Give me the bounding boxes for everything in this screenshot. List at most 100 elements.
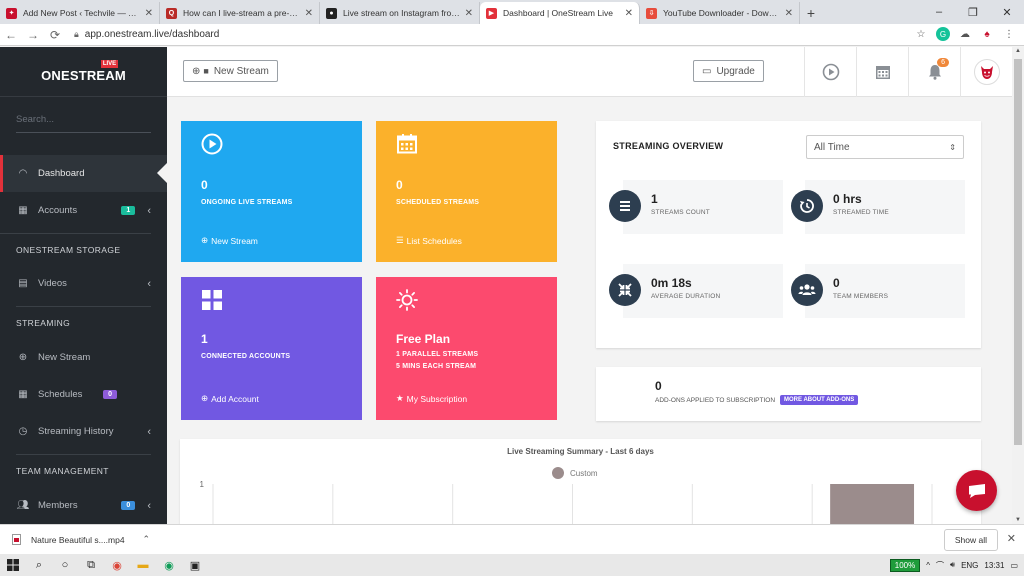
- grammarly-icon[interactable]: G: [936, 27, 950, 41]
- new-stream-link[interactable]: ⊕ New Stream: [201, 235, 258, 246]
- avatar[interactable]: [973, 59, 1000, 85]
- file-icon: [12, 534, 21, 545]
- time-filter-select[interactable]: All Time ⇕: [806, 135, 964, 159]
- close-tab-icon[interactable]: ✕: [465, 8, 473, 19]
- plus-circle-icon: ⊕: [201, 235, 209, 245]
- tab-title: Live stream on Instagram from yo: [343, 8, 461, 18]
- chevron-up-icon[interactable]: ⌃: [143, 534, 151, 545]
- windows-start-icon[interactable]: [0, 554, 26, 576]
- add-account-link[interactable]: ⊕ Add Account: [201, 393, 259, 404]
- close-tab-icon[interactable]: ✕: [785, 8, 793, 19]
- upload-icon: ⊕: [192, 65, 201, 77]
- tab-title: Add New Post ‹ Techvile — Tech: [23, 8, 141, 18]
- sidebar-item-new-stream[interactable]: ⊕ New Stream: [0, 339, 167, 376]
- plan-detail-2: 5 MINS EACH STREAM: [396, 363, 477, 370]
- browser-tab[interactable]: ✦ Add New Post ‹ Techvile — Tech ✕: [0, 2, 160, 24]
- close-download-bar-icon[interactable]: ✕: [1007, 532, 1016, 545]
- forward-icon[interactable]: →: [22, 28, 44, 42]
- notifications-icon[interactable]: ▭: [1010, 561, 1018, 570]
- sidebar-item-dashboard[interactable]: ◠ Dashboard: [0, 155, 167, 192]
- calendar-icon: [875, 66, 890, 79]
- chrome-icon[interactable]: ◉: [104, 554, 130, 576]
- reload-icon[interactable]: ⟳: [44, 28, 66, 42]
- browser-tab[interactable]: Q How can I live-stream a pre-reco ✕: [160, 2, 320, 24]
- addons-count: 0: [655, 379, 662, 393]
- close-window-icon[interactable]: ✕: [990, 0, 1024, 24]
- add-account-link-label: Add Account: [211, 393, 259, 404]
- notifications-button[interactable]: 6: [908, 47, 960, 97]
- y-tick-label: 1: [200, 480, 205, 489]
- plan-name: Free Plan: [396, 332, 451, 346]
- close-tab-icon[interactable]: ✕: [625, 8, 633, 19]
- user-menu[interactable]: [960, 47, 1012, 97]
- chart-bar[interactable]: [830, 484, 915, 529]
- menu-icon[interactable]: ⋮: [1002, 27, 1016, 41]
- streams-count-label: STREAMS COUNT: [651, 209, 710, 216]
- calendar-icon: ▦: [18, 389, 28, 400]
- extension-icon[interactable]: ☁: [958, 27, 972, 41]
- sidebar-item-members[interactable]: 👥︎ Members 0 ‹: [0, 487, 167, 524]
- search-input[interactable]: [16, 111, 151, 125]
- more-about-addons-button[interactable]: MORE ABOUT ADD-ONS: [780, 395, 859, 405]
- maximize-icon[interactable]: ❐: [956, 0, 990, 24]
- close-tab-icon[interactable]: ✕: [145, 8, 153, 19]
- back-icon[interactable]: ←: [0, 28, 22, 42]
- chrome-profile-icon[interactable]: ◉: [156, 554, 182, 576]
- star-icon[interactable]: ☆: [914, 27, 928, 41]
- download-item[interactable]: Nature Beautiful s....mp4 ⌃: [12, 534, 150, 545]
- my-subscription-link[interactable]: ★ My Subscription: [396, 393, 467, 404]
- calendar-button[interactable]: [856, 47, 908, 97]
- plus-circle-icon: ⊕: [18, 352, 28, 363]
- average-duration-value: 0m 18s: [651, 276, 692, 290]
- tab-favicon-icon: ▶: [486, 7, 497, 19]
- clock[interactable]: 13:31: [984, 561, 1004, 570]
- show-all-button[interactable]: Show all: [943, 529, 998, 551]
- list-schedules-link[interactable]: ☰ List Schedules: [396, 235, 462, 246]
- chat-button[interactable]: [956, 470, 997, 511]
- search-icon[interactable]: ⌕: [26, 554, 52, 576]
- volume-icon[interactable]: 🔊︎: [950, 560, 955, 570]
- zoom-level[interactable]: 100%: [889, 558, 921, 572]
- section-header-streaming: STREAMING: [16, 318, 71, 328]
- sidebar-item-accounts[interactable]: ▦ Accounts 1 ‹: [0, 192, 167, 229]
- profile-icon[interactable]: ♠: [980, 27, 994, 41]
- cortana-icon[interactable]: ○: [52, 554, 78, 576]
- sidebar-item-label: Members: [38, 500, 78, 511]
- page-scrollbar[interactable]: ▲ ▼: [1012, 47, 1024, 524]
- browser-tab[interactable]: ● Live stream on Instagram from yo ✕: [320, 2, 480, 24]
- download-file-name: Nature Beautiful s....mp4: [31, 534, 125, 545]
- upgrade-button[interactable]: ▭ Upgrade: [693, 60, 764, 82]
- url-field[interactable]: 🔒︎ app.onestream.live/dashboard: [74, 29, 219, 40]
- play-button[interactable]: [804, 47, 856, 97]
- streamed-time-value: 0 hrs: [833, 192, 862, 206]
- browser-tab[interactable]: ⇩ YouTube Downloader - Downloa ✕: [640, 2, 800, 24]
- camera-app-icon[interactable]: ▣: [182, 554, 208, 576]
- lock-icon: 🔒︎: [74, 29, 79, 39]
- close-tab-icon[interactable]: ✕: [305, 8, 313, 19]
- language-indicator[interactable]: ENG: [961, 561, 978, 570]
- network-icon[interactable]: ⌒: [936, 560, 944, 571]
- scroll-down-icon[interactable]: ▼: [1012, 517, 1024, 523]
- scheduled-count: 0: [396, 178, 403, 192]
- upgrade-label: Upgrade: [716, 65, 755, 77]
- file-explorer-icon[interactable]: ▬: [130, 554, 156, 576]
- new-stream-button[interactable]: ⊕ ■ New Stream: [183, 60, 278, 82]
- chevron-up-icon[interactable]: ^: [926, 561, 930, 570]
- scrollbar-thumb[interactable]: [1014, 59, 1022, 445]
- tab-favicon-icon: ●: [326, 7, 337, 19]
- star-icon: ★: [396, 393, 404, 403]
- task-view-icon[interactable]: ⧉: [78, 554, 104, 576]
- list-icon: ☰: [396, 235, 404, 245]
- minimize-icon[interactable]: –: [922, 0, 956, 24]
- window-controls: – ❐ ✕: [922, 0, 1024, 24]
- browser-tab[interactable]: ▶ Dashboard | OneStream Live ✕: [480, 2, 640, 24]
- browser-tab-bar: ✦ Add New Post ‹ Techvile — Tech ✕ Q How can…: [0, 0, 1024, 24]
- new-tab-button[interactable]: +: [800, 2, 822, 24]
- sidebar-item-videos[interactable]: ▤ Videos ‹: [0, 265, 167, 302]
- logo[interactable]: LIVE ONESTREAM: [0, 47, 167, 97]
- new-stream-link-label: New Stream: [211, 235, 258, 246]
- sidebar-item-streaming-history[interactable]: ◷ Streaming History ‹: [0, 413, 167, 450]
- ongoing-count: 0: [201, 178, 208, 192]
- scroll-up-icon[interactable]: ▲: [1012, 48, 1024, 54]
- sidebar-item-schedules[interactable]: ▦ Schedules 0: [0, 376, 167, 413]
